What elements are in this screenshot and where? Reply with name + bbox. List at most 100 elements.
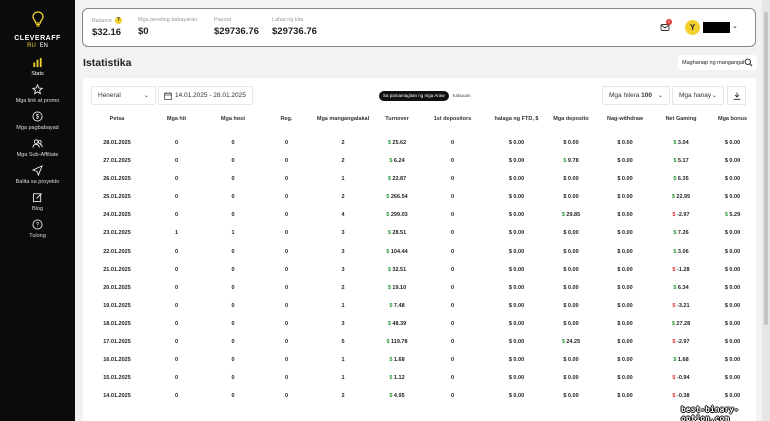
sidebar-item-sub-affiliates[interactable]: Mga Sub-Affiliate [0,138,75,165]
table-row: 20.01.2025 0 0 0 2 $ 19.10 0 $ 0.00 $ 0.00 $ 0.00… [83,279,756,297]
column-header[interactable]: Net Gaming [653,112,709,126]
download-button[interactable] [727,86,746,105]
sidebar-item-label: Mga pagbabayad [16,125,59,131]
table-cell: $ 0.00 [724,357,741,364]
table-cell: $ 0.00 [563,140,579,146]
lang-en[interactable]: EN [40,43,48,49]
amount-value: 27.28 [674,320,691,327]
sidebar-item-help[interactable]: ? Tulong [0,219,75,246]
table-cell: 0 [450,302,455,309]
sidebar-item-label: Balita sa proyekto [15,179,60,185]
lang-ru[interactable]: RU [27,43,36,49]
total-earnings-label: Lahat ng kita [272,17,304,23]
svg-text:?: ? [36,223,40,229]
table-cell: $ 0.00 [508,248,525,255]
table-cell: 28.01.2025 [103,140,131,146]
sidebar-item-payments[interactable]: $ Mga pagbabayad [0,111,75,138]
username-redacted[interactable] [703,22,730,33]
table-cell: 0 [450,357,455,364]
table-cell: 0 [231,176,235,183]
sidebar-item-news[interactable]: Balita sa proyekto [0,165,75,192]
table-cell: $ 0.00 [617,338,633,345]
table-cell: $ 0.00 [724,320,741,327]
table-cell: 0 [231,338,235,345]
amount-value: 28.51 [390,230,407,237]
column-header[interactable]: halaga ng FTD, $ [488,112,545,126]
sidebar-item-blog[interactable]: Blog [0,192,75,219]
sidebar-item-links[interactable]: Mga link at promo [0,84,75,111]
column-header[interactable]: Mga hit [151,112,202,126]
table-cell: 0 [231,375,235,382]
sidebar-nav: Stats Mga link at promo $ Mga pagbabayad… [0,57,75,246]
table-cell: 0 [174,194,179,201]
amount-value: -1.28 [675,266,690,273]
toggle-by-days[interactable]: Sa pamamagitan ng mga Araw [379,91,449,101]
column-header[interactable]: Petsa [83,112,151,126]
toggle-total[interactable]: Kabuuan [449,91,475,101]
stats-icon [32,57,43,68]
column-header[interactable]: Mga mangangalakal [309,112,377,126]
table-cell: 2 [341,194,345,201]
table-row: 22.01.2025 0 0 0 3 $ 104.44 0 $ 0.00 $ 0.00 $ 0.0… [83,242,756,260]
table-cell: $ 0.00 [508,302,525,309]
table-cell: $ 5.17 [653,152,709,170]
column-header[interactable]: 1st depositors [417,112,488,126]
column-header[interactable]: Turnover [377,112,417,126]
table-cell: 0 [231,266,235,273]
table-cell: $ 1.12 [377,369,417,387]
table-cell: $ 0.00 [724,338,741,345]
table-cell: 0 [450,230,455,237]
help-badge-icon[interactable]: ? [114,17,122,24]
logo[interactable]: CLEVERAFF RU EN [0,0,75,49]
table-cell: 2 [341,393,345,400]
table-cell: 0 [284,212,289,219]
table-cell: 4 [341,212,345,219]
sidebar-item-label: Blog [31,206,43,212]
table-cell: $ 32.51 [377,261,417,279]
column-header[interactable]: Mga host [202,112,264,126]
star-icon [32,84,43,95]
amount-value: 7.26 [676,230,689,237]
table-cell: $ 9.78 [545,152,597,170]
table-cell: 1 [341,302,345,309]
table-cell: 0 [284,176,289,183]
chevron-down-icon[interactable]: ⌄ [732,22,738,30]
table-cell: 0 [231,320,235,327]
scrollbar-thumb[interactable] [764,12,768,325]
sidebar: CLEVERAFF RU EN Stats Mga link at promo … [0,0,75,421]
table-cell: $ 0.00 [724,158,741,165]
group-select[interactable]: Heneral ⌄ [91,86,156,105]
amount-value: 1.68 [392,357,405,364]
lightbulb-logo-icon [31,11,44,27]
table-cell: $ 0.00 [617,230,633,237]
avatar[interactable]: Y [685,20,700,35]
sidebar-item-stats[interactable]: Stats [0,57,75,84]
table-cell: 0 [450,320,455,327]
column-header[interactable]: Nag-withdraw [597,112,653,126]
table-cell: $ 0.00 [563,393,579,400]
column-header[interactable]: Mga bonus [709,112,756,126]
table-cell: $ 0.00 [563,230,579,237]
columns-select[interactable]: Mga hanay ⌄ [672,86,724,105]
table-cell: $ 0.00 [508,357,525,364]
table-cell: $ 0.00 [617,176,633,183]
table-cell: $ 0.00 [508,320,525,327]
date-range-picker[interactable]: 14.01.2025 - 28.01.2025 [158,86,253,105]
table-cell: 0 [284,248,289,255]
search-input[interactable]: Maghanap ng mangangal [678,55,757,70]
table-cell: 14.01.2025 [103,393,131,400]
table-cell: 0 [450,194,455,201]
table-cell: $ 0.00 [563,176,579,183]
column-header[interactable]: Mga deposito [545,112,597,126]
table-cell: $ 0.00 [563,266,579,273]
table-cell: 0 [174,284,179,291]
column-header[interactable]: Reg. [264,112,309,126]
amount-value: -0.94 [675,375,690,382]
sidebar-item-label: Mga Sub-Affiliate [16,152,59,158]
table-cell: $ 0.00 [724,302,741,309]
sidebar-item-label: Mga link at promo [15,98,60,104]
language-switcher: RU EN [0,43,75,49]
rows-per-page-select[interactable]: Mga hilera 100 ⌄ [602,86,670,105]
amount-value: 5.17 [676,158,689,165]
group-select-value: Heneral [98,92,121,99]
